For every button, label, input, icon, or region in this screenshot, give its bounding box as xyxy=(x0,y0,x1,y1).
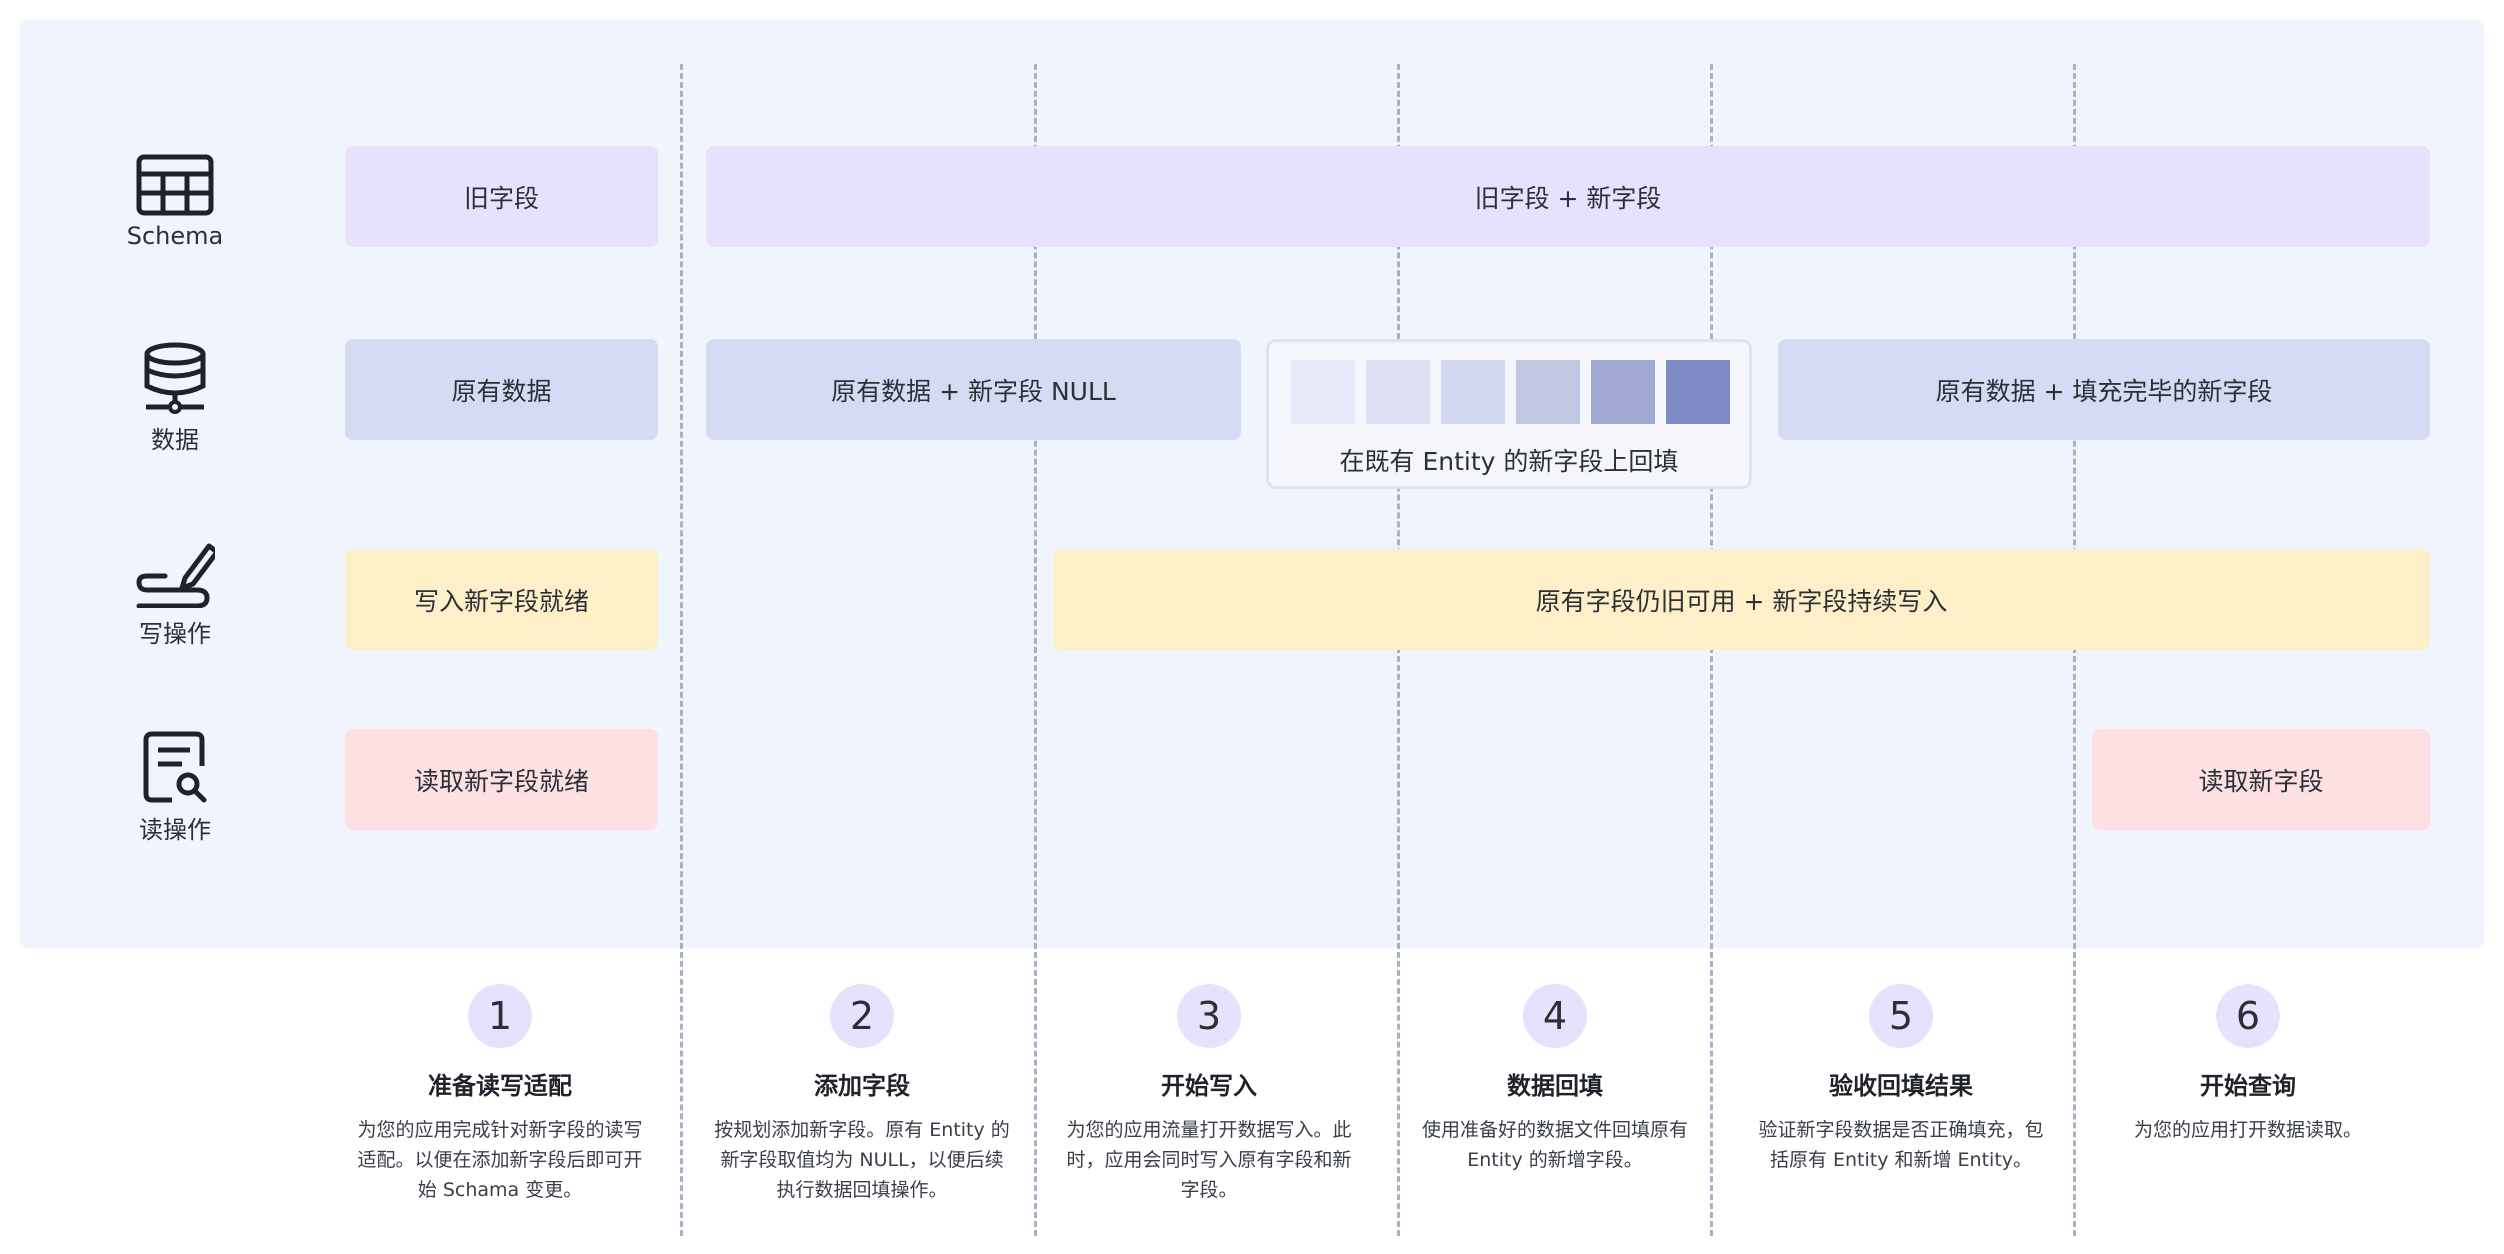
step-description: 为您的应用打开数据读取。 xyxy=(2088,1115,2408,1145)
row-label-read: 读操作 xyxy=(139,816,211,844)
step-description-line: 新字段取值均为 NULL，以便后续 xyxy=(720,1149,1004,1171)
step-title: 添加字段 xyxy=(814,1072,910,1100)
table-icon xyxy=(136,154,214,216)
row-schema: Schema xyxy=(110,154,240,250)
step-description: 按规划添加新字段。原有 Entity 的 新字段取值均为 NULL，以便后续 执… xyxy=(702,1115,1022,1205)
step-description-line: 为您的应用打开数据读取。 xyxy=(2133,1119,2362,1141)
step-description-line: Entity 的新增字段。 xyxy=(1467,1149,1643,1171)
step-6: 6 开始查询 为您的应用打开数据读取。 xyxy=(2088,984,2408,1145)
step-number: 1 xyxy=(468,984,532,1048)
backfill-progress-square xyxy=(1516,360,1580,424)
data-original-bar: 原有数据 xyxy=(345,339,658,440)
step-description-line: 适配。以便在添加新字段后即可开 xyxy=(357,1149,643,1171)
step-title: 数据回填 xyxy=(1507,1072,1603,1100)
step-number: 3 xyxy=(1177,984,1241,1048)
step-number: 2 xyxy=(830,984,894,1048)
step-description-line: 为您的应用完成针对新字段的读写 xyxy=(357,1119,643,1141)
step-5: 5 验收回填结果 验证新字段数据是否正确填充，包 括原有 Entity 和新增 … xyxy=(1741,984,2061,1175)
document-search-icon xyxy=(143,731,207,803)
step-description-line: 验证新字段数据是否正确填充，包 xyxy=(1758,1119,2044,1141)
step-number: 6 xyxy=(2216,984,2280,1048)
backfill-progress-square xyxy=(1366,360,1430,424)
step-description-line: 执行数据回填操作。 xyxy=(776,1179,948,1201)
step-title: 开始查询 xyxy=(2200,1072,2296,1100)
row-write: 写操作 xyxy=(110,536,240,649)
step-description-line: 始 Schama 变更。 xyxy=(417,1179,583,1201)
row-read: 读操作 xyxy=(110,730,240,845)
step-description-line: 括原有 Entity 和新增 Entity。 xyxy=(1769,1149,2033,1171)
step-4: 4 数据回填 使用准备好的数据文件回填原有 Entity 的新增字段。 xyxy=(1395,984,1715,1175)
schema-new-fields-bar: 旧字段 + 新字段 xyxy=(706,146,2430,247)
backfill-progress-square xyxy=(1441,360,1505,424)
write-continuous-bar: 原有字段仍旧可用 + 新字段持续写入 xyxy=(1053,549,2430,650)
stage-divider xyxy=(680,64,683,1236)
read-ready-bar: 读取新字段就绪 xyxy=(345,729,658,830)
pen-write-icon xyxy=(136,543,215,608)
step-description: 验证新字段数据是否正确填充，包 括原有 Entity 和新增 Entity。 xyxy=(1741,1115,2061,1175)
step-title: 准备读写适配 xyxy=(428,1072,572,1100)
write-ready-bar: 写入新字段就绪 xyxy=(345,549,658,650)
step-description-line: 使用准备好的数据文件回填原有 xyxy=(1421,1119,1688,1141)
backfill-caption: 在既有 Entity 的新字段上回填 xyxy=(1339,447,1679,476)
row-label-data: 数据 xyxy=(151,426,199,454)
backfill-progress-square xyxy=(1291,360,1355,424)
read-new-bar: 读取新字段 xyxy=(2092,729,2430,830)
backfill-box: 在既有 Entity 的新字段上回填 xyxy=(1266,339,1752,489)
backfill-progress-square xyxy=(1666,360,1730,424)
backfill-progress-square xyxy=(1591,360,1655,424)
step-description: 为您的应用完成针对新字段的读写 适配。以便在添加新字段后即可开 始 Schama… xyxy=(340,1115,660,1205)
step-description-line: 字段。 xyxy=(1180,1179,1238,1201)
step-number: 4 xyxy=(1523,984,1587,1048)
data-null-bar: 原有数据 + 新字段 NULL xyxy=(706,339,1241,440)
row-label-write: 写操作 xyxy=(139,620,211,648)
step-number: 5 xyxy=(1869,984,1933,1048)
step-2: 2 添加字段 按规划添加新字段。原有 Entity 的 新字段取值均为 NULL… xyxy=(702,984,1022,1205)
schema-old-fields-bar: 旧字段 xyxy=(345,146,658,247)
step-title: 开始写入 xyxy=(1161,1072,1257,1100)
step-description: 为您的应用流量打开数据写入。此 时，应用会同时写入原有字段和新 字段。 xyxy=(1049,1115,1369,1205)
row-data: 数据 xyxy=(110,342,240,455)
step-title: 验收回填结果 xyxy=(1829,1072,1973,1100)
migration-diagram: Schema 数据 写操作 读操作 旧字段 旧字段 + 新字段 原有数据 原有数… xyxy=(0,0,2504,1254)
database-icon xyxy=(144,342,206,414)
step-description-line: 为您的应用流量打开数据写入。此 xyxy=(1066,1119,1352,1141)
data-filled-bar: 原有数据 + 填充完毕的新字段 xyxy=(1778,339,2430,440)
step-description-line: 按规划添加新字段。原有 Entity 的 xyxy=(714,1119,1010,1141)
step-1: 1 准备读写适配 为您的应用完成针对新字段的读写 适配。以便在添加新字段后即可开… xyxy=(340,984,660,1205)
step-3: 3 开始写入 为您的应用流量打开数据写入。此 时，应用会同时写入原有字段和新 字… xyxy=(1049,984,1369,1205)
step-description: 使用准备好的数据文件回填原有 Entity 的新增字段。 xyxy=(1395,1115,1715,1175)
step-description-line: 时，应用会同时写入原有字段和新 xyxy=(1066,1149,1352,1171)
row-label-schema: Schema xyxy=(126,222,224,250)
